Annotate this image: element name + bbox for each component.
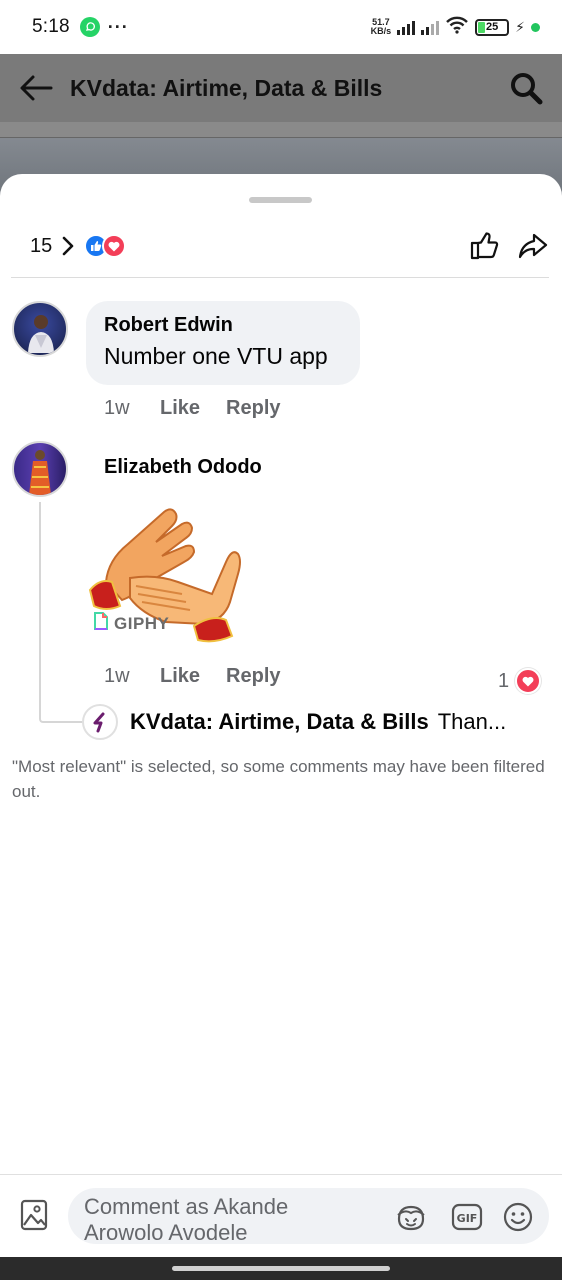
battery-icon: 25 [475,18,510,36]
chevron-right-icon[interactable] [62,235,76,257]
gif-icon[interactable]: GIF [451,1201,483,1233]
page-title: KVdata: Airtime, Data & Bills [70,74,383,101]
like-button[interactable]: Like [160,397,200,420]
search-icon[interactable] [506,68,546,108]
network-speed: 51.7 KB/s [371,18,392,36]
comments-sheet: 15 Robert Edwin Number one VTU app 1w Li… [0,174,562,1257]
comment-composer: Comment as Akande Arowolo Avodele GIF [0,1175,562,1257]
svg-text:GIF: GIF [457,1212,478,1225]
wifi-icon [445,16,469,39]
giphy-label: GIPHY [114,613,170,633]
comment-reaction-badge[interactable]: 1 [498,668,542,694]
app-header: KVdata: Airtime, Data & Bills [0,54,562,122]
like-icon[interactable] [468,229,502,263]
love-reaction-icon [515,668,542,694]
reply-button[interactable]: Reply [226,397,280,420]
reaction-count[interactable]: 15 [30,235,52,258]
comment-input[interactable]: Comment as Akande Arowolo Avodele GIF [68,1188,549,1244]
more-notifications-icon: ··· [107,16,129,37]
home-gesture-bar[interactable] [172,1266,390,1271]
reply-text: Than... [437,709,507,734]
privacy-indicator-icon [531,22,540,32]
reactions-bar: 15 [0,226,562,266]
thread-connector [39,502,83,723]
charging-icon: ⚡ [515,18,525,35]
emoji-icon[interactable] [502,1201,534,1233]
giphy-logo-icon [94,612,108,635]
comment-author[interactable]: Elizabeth Ododo [104,456,262,479]
sheet-drag-handle[interactable] [249,197,312,203]
status-bar: 5:18 ··· 51.7 KB/s 25 ⚡ [0,0,562,54]
photo-icon[interactable] [16,1197,52,1233]
avatar-sticker-icon[interactable] [395,1201,427,1233]
comment-time: 1w [104,665,130,687]
signal-2-icon [421,19,440,35]
share-icon[interactable] [516,229,550,263]
status-time: 5:18 [32,16,70,37]
filter-notice: "Most relevant" is selected, so some com… [12,757,545,801]
comment-time: 1w [104,397,130,419]
comment-input-placeholder: Comment as Akande Arowolo Avodele [84,1194,289,1244]
divider [11,277,549,278]
avatar[interactable] [12,301,68,357]
giphy-attribution[interactable]: GIPHY [94,612,169,635]
comment-author[interactable]: Robert Edwin [104,314,342,337]
reply-author[interactable]: KVdata: Airtime, Data & Bills [130,709,429,735]
avatar[interactable] [82,704,118,740]
like-button[interactable]: Like [160,665,200,688]
system-nav-bar [0,1257,562,1280]
avatar[interactable] [12,441,68,497]
comment-reaction-count: 1 [498,669,510,692]
reply-button[interactable]: Reply [226,665,280,688]
network-speed-unit: KB/s [370,26,392,36]
love-reaction-icon [102,234,127,258]
battery-level: 25 [486,21,499,33]
signal-icon [397,19,416,35]
comment-actions: 1w Like Reply [104,665,307,688]
comment-bubble[interactable]: Robert Edwin Number one VTU app [86,301,360,385]
reaction-icons[interactable] [84,234,127,258]
back-arrow-icon[interactable] [16,68,56,108]
whatsapp-icon [79,17,100,37]
comment-actions: 1w Like Reply [104,397,307,420]
comment-text: Number one VTU app [104,343,328,369]
reply-preview[interactable]: KVdata: Airtime, Data & Bills Than... [82,703,552,741]
